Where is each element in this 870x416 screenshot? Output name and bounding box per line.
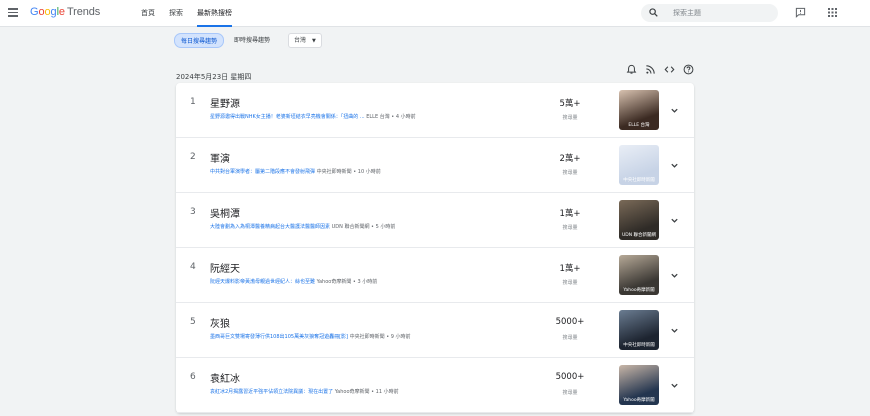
help-icon[interactable] xyxy=(683,64,694,75)
search-count: 5000+ xyxy=(555,372,585,382)
search-count-label: 搜尋量 xyxy=(562,115,578,121)
trend-list: 1 星野源 星野源邀得出戰NHK女主播！老婆新垣結衣早亮機會關係：「扭曲的 ..… xyxy=(176,83,694,413)
region-value: 台灣 xyxy=(294,37,307,44)
article-time: 11 小時前 xyxy=(375,389,399,395)
trend-row-5[interactable]: 5 灰狼 墨西哥巨文雙場寄發薄行供108出105萬美灰狼奪冠遊轟冊[影] 中央社… xyxy=(176,303,694,358)
expand-chevron-icon[interactable] xyxy=(670,106,679,115)
article-source: Yahoo奇摩新聞 xyxy=(334,389,370,395)
article-source: UDN 聯合新聞網 xyxy=(331,224,370,230)
feedback-icon[interactable] xyxy=(795,7,806,18)
trend-title[interactable]: 灰狼 xyxy=(210,315,230,330)
thumbnail-source: UDN 聯合新聞網 xyxy=(621,233,657,238)
thumbnail-source: 中央社即時新聞 xyxy=(623,343,655,348)
trend-title[interactable]: 軍演 xyxy=(210,150,230,165)
apps-grid-icon[interactable] xyxy=(828,8,837,17)
thumbnail-source: Yahoo奇摩新聞 xyxy=(623,398,655,403)
trend-article: 大陸會劃為入為桐潭醫養精病起台大醫護法醫醫師因素 UDN 聯合新聞網 • 5 小… xyxy=(210,224,396,230)
article-time: 3 小時前 xyxy=(357,279,378,285)
search-placeholder: 探索主題 xyxy=(673,9,701,17)
trend-title[interactable]: 吳桐潭 xyxy=(210,205,240,220)
top-nav: 首頁 探索 最新熱搜榜 xyxy=(134,0,239,27)
search-count: 5000+ xyxy=(555,317,585,327)
search-count: 1萬+ xyxy=(559,209,581,219)
caret-down-icon: ▼ xyxy=(312,38,316,44)
trend-row-4[interactable]: 4 阮經天 阮經天爆料影帝黃渤母親過世經紀人：絲也至難 Yahoo奇摩新聞 • … xyxy=(176,248,694,303)
menu-icon[interactable] xyxy=(8,8,18,17)
nav-explore[interactable]: 探索 xyxy=(162,0,190,27)
search-count-label: 搜尋量 xyxy=(562,280,578,286)
search-count: 1萬+ xyxy=(559,264,581,274)
tab-daily-trends[interactable]: 每日搜尋趨勢 xyxy=(174,33,225,48)
trend-article: 袁紅冰2月揭露習近平強平佔領立法院異議：現在出置了 Yahoo奇摩新聞 • 11… xyxy=(210,389,399,395)
trend-row-6[interactable]: 6 袁紅冰 袁紅冰2月揭露習近平強平佔領立法院異議：現在出置了 Yahoo奇摩新… xyxy=(176,358,694,413)
article-source: Yahoo奇摩新聞 xyxy=(316,279,352,285)
trend-title[interactable]: 星野源 xyxy=(210,95,240,110)
region-select[interactable]: 台灣 ▼ xyxy=(288,33,322,48)
trend-article: 阮經天爆料影帝黃渤母親過世經紀人：絲也至難 Yahoo奇摩新聞 • 3 小時前 xyxy=(210,279,378,285)
trend-thumbnail[interactable]: ELLE 台灣 xyxy=(619,90,659,130)
article-link[interactable]: 袁紅冰2月揭露習近平強平佔領立法院異議：現在出置了 xyxy=(210,389,333,395)
trend-row-2[interactable]: 2 軍演 中共對台軍演學者：屬第二階段應不會發射飛彈 中央社即時新聞 • 10 … xyxy=(176,138,694,193)
trend-rank: 6 xyxy=(190,372,196,382)
bell-icon[interactable] xyxy=(626,64,637,75)
trend-thumbnail[interactable]: 中央社即時新聞 xyxy=(619,310,659,350)
article-source: 中央社即時新聞 xyxy=(349,334,385,340)
trend-rank: 5 xyxy=(190,317,196,327)
nav-home[interactable]: 首頁 xyxy=(134,0,162,27)
trend-thumbnail[interactable]: 中央社即時新聞 xyxy=(619,145,659,185)
article-link[interactable]: 大陸會劃為入為桐潭醫養精病起台大醫護法醫醫師因素 xyxy=(210,224,330,230)
date-label: 2024年5月23日 星期四 xyxy=(176,73,252,81)
trend-article: 中共對台軍演學者：屬第二階段應不會發射飛彈 中央社即時新聞 • 10 小時前 xyxy=(210,169,381,175)
article-time: 9 小時前 xyxy=(390,334,411,340)
top-app-bar: Google Trends 首頁 探索 最新熱搜榜 探索主題 xyxy=(0,0,870,27)
trend-title[interactable]: 阮經天 xyxy=(210,260,240,275)
article-source: 中央社即時新聞 xyxy=(316,169,352,175)
article-time: 10 小時前 xyxy=(357,169,381,175)
trend-rank: 4 xyxy=(190,262,196,272)
thumbnail-source: Yahoo奇摩新聞 xyxy=(623,288,655,293)
search-count-label: 搜尋量 xyxy=(562,170,578,176)
search-count-label: 搜尋量 xyxy=(562,335,578,341)
trend-row-3[interactable]: 3 吳桐潭 大陸會劃為入為桐潭醫養精病起台大醫護法醫醫師因素 UDN 聯合新聞網… xyxy=(176,193,694,248)
trend-thumbnail[interactable]: Yahoo奇摩新聞 xyxy=(619,365,659,405)
search-count-label: 搜尋量 xyxy=(562,225,578,231)
embed-code-icon[interactable] xyxy=(664,64,675,75)
article-link[interactable]: 墨西哥巨文雙場寄發薄行供108出105萬美灰狼奪冠遊轟冊[影] xyxy=(210,334,348,340)
trend-row-1[interactable]: 1 星野源 星野源邀得出戰NHK女主播！老婆新垣結衣早亮機會關係：「扭曲的 ..… xyxy=(176,83,694,138)
search-input[interactable]: 探索主題 xyxy=(641,4,778,22)
trend-rank: 1 xyxy=(190,97,196,107)
date-actions xyxy=(626,64,694,75)
search-count: 2萬+ xyxy=(559,154,581,164)
trend-thumbnail[interactable]: UDN 聯合新聞網 xyxy=(619,200,659,240)
expand-chevron-icon[interactable] xyxy=(670,326,679,335)
article-link[interactable]: 星野源邀得出戰NHK女主播！老婆新垣結衣早亮機會關係：「扭曲的 ... xyxy=(210,114,365,120)
trend-article: 星野源邀得出戰NHK女主播！老婆新垣結衣早亮機會關係：「扭曲的 ... ELLE… xyxy=(210,114,416,120)
article-time: 5 小時前 xyxy=(375,224,396,230)
rss-icon[interactable] xyxy=(645,64,656,75)
date-row: 2024年5月23日 星期四 xyxy=(176,64,694,81)
filter-bar: 每日搜尋趨勢 即時搜尋趨勢 台灣 ▼ xyxy=(0,27,870,55)
article-time: 4 小時前 xyxy=(395,114,416,120)
trend-thumbnail[interactable]: Yahoo奇摩新聞 xyxy=(619,255,659,295)
trend-article: 墨西哥巨文雙場寄發薄行供108出105萬美灰狼奪冠遊轟冊[影] 中央社即時新聞 … xyxy=(210,334,411,340)
search-icon xyxy=(649,8,658,17)
trend-rank: 2 xyxy=(190,152,196,162)
article-link[interactable]: 阮經天爆料影帝黃渤母親過世經紀人：絲也至難 xyxy=(210,279,315,285)
search-count: 5萬+ xyxy=(559,99,581,109)
google-trends-logo[interactable]: Google Trends xyxy=(30,6,100,18)
nav-trending[interactable]: 最新熱搜榜 xyxy=(190,0,239,27)
article-source: ELLE 台灣 xyxy=(366,114,390,120)
thumbnail-source: 中央社即時新聞 xyxy=(623,178,655,183)
expand-chevron-icon[interactable] xyxy=(670,271,679,280)
article-link[interactable]: 中共對台軍演學者：屬第二階段應不會發射飛彈 xyxy=(210,169,315,175)
search-count-label: 搜尋量 xyxy=(562,390,578,396)
trend-rank: 3 xyxy=(190,207,196,217)
thumbnail-source: ELLE 台灣 xyxy=(628,123,650,128)
tab-realtime-trends[interactable]: 即時搜尋趨勢 xyxy=(228,33,276,48)
expand-chevron-icon[interactable] xyxy=(670,161,679,170)
expand-chevron-icon[interactable] xyxy=(670,216,679,225)
expand-chevron-icon[interactable] xyxy=(670,381,679,390)
trend-title[interactable]: 袁紅冰 xyxy=(210,370,240,385)
